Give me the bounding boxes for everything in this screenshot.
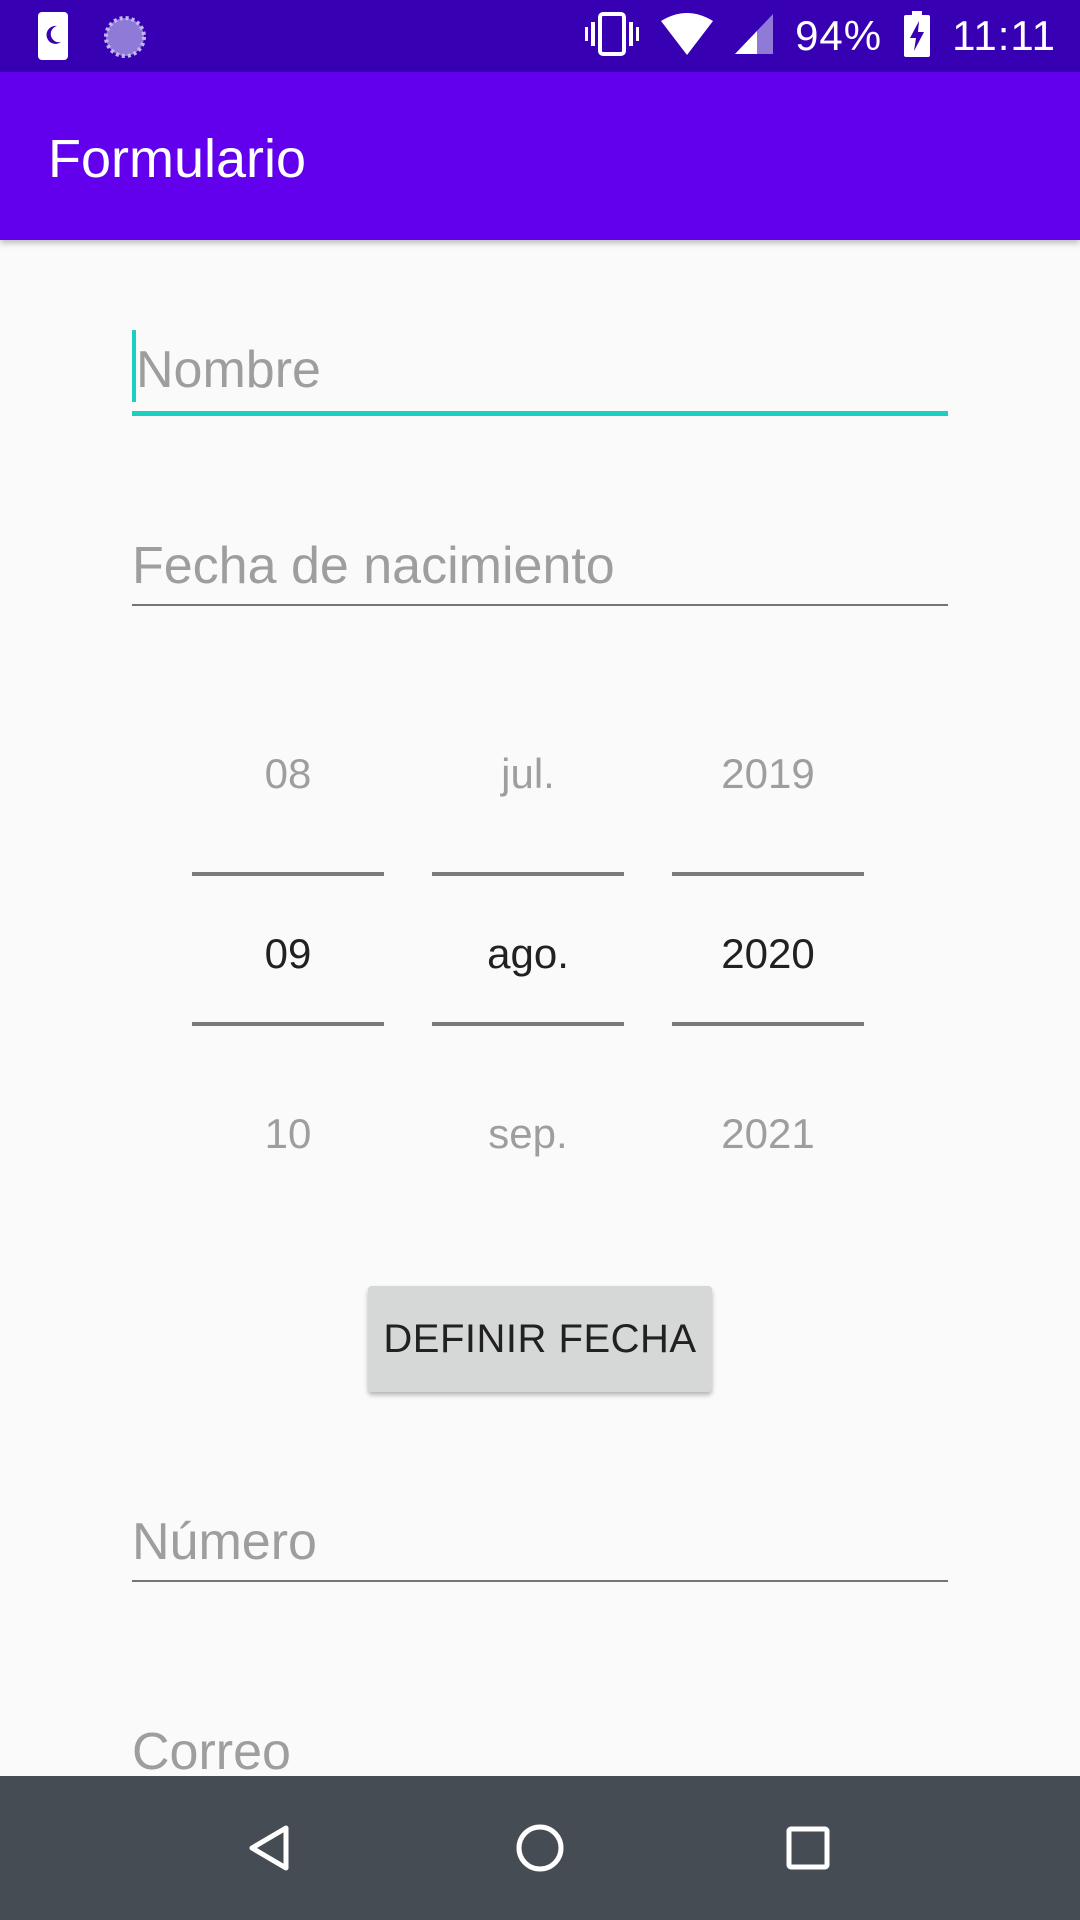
definir-fecha-button[interactable]: DEFINIR FECHA [368,1286,712,1392]
day-selected[interactable]: 09 [192,930,384,978]
month-divider-top [432,872,624,876]
numero-field[interactable]: Número [132,1492,948,1582]
year-prev[interactable]: 2019 [672,750,864,798]
app-bar: Formulario [0,72,1080,240]
year-divider-bottom [672,1022,864,1026]
numero-underline [132,1580,948,1582]
moon-app-icon [38,12,68,65]
correo-field[interactable]: Correo [132,1686,948,1781]
back-icon[interactable] [236,1814,304,1882]
correo-placeholder: Correo [132,1723,291,1781]
month-selected[interactable]: ago. [432,930,624,978]
cell-signal-icon [735,13,774,59]
fecha-nacimiento-underline [132,604,948,606]
month-divider-bottom [432,1022,624,1026]
month-next[interactable]: sep. [432,1110,624,1158]
status-bar: 94% 11:11 [0,0,1080,72]
nombre-placeholder: Nombre [136,341,321,399]
month-spinner[interactable]: jul. ago. sep. [432,730,624,1160]
recents-icon[interactable] [774,1814,842,1882]
year-divider-top [672,872,864,876]
year-spinner[interactable]: 2019 2020 2021 [672,730,864,1160]
battery-charging-icon [904,10,931,62]
nombre-underline [132,411,948,416]
numero-placeholder: Número [132,1513,317,1571]
home-icon[interactable] [506,1814,574,1882]
loading-circle-icon [102,14,148,65]
day-next[interactable]: 10 [192,1110,384,1158]
battery-percentage: 94% [795,12,883,59]
day-divider-bottom [192,1022,384,1026]
clock: 11:11 [952,12,1056,59]
navigation-bar [0,1776,1080,1920]
month-prev[interactable]: jul. [432,750,624,798]
day-prev[interactable]: 08 [192,750,384,798]
fecha-nacimiento-placeholder: Fecha de nacimiento [132,537,615,595]
wifi-icon [661,12,714,60]
vibrate-icon [585,10,640,63]
day-spinner[interactable]: 08 09 10 [192,730,384,1160]
year-next[interactable]: 2021 [672,1110,864,1158]
year-selected[interactable]: 2020 [672,930,864,978]
day-divider-top [192,872,384,876]
fecha-nacimiento-field[interactable]: Fecha de nacimiento [132,516,948,606]
app-title: Formulario [48,129,307,189]
nombre-field[interactable]: Nombre [132,326,948,416]
